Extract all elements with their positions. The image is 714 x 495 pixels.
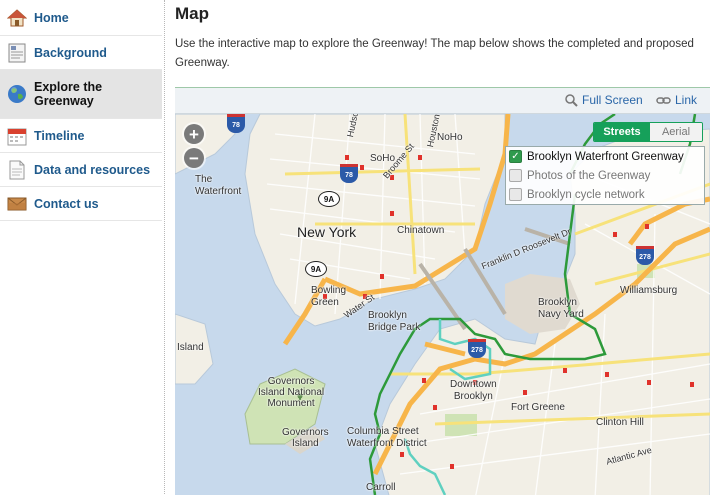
document-icon — [6, 42, 28, 64]
sidebar-item-background[interactable]: Background — [0, 36, 162, 70]
map-label-clinton-hill: Clinton Hill — [596, 417, 644, 428]
envelope-icon — [6, 193, 28, 215]
map-canvas[interactable]: The Waterfront New York SoHo NoHo Chinat… — [175, 114, 710, 495]
checkbox-unchecked-icon[interactable] — [509, 188, 522, 201]
sidebar-item-explore-greenway[interactable]: Explore the Greenway — [0, 70, 162, 119]
map-label-brooklyn-navy-yard: Brooklyn Navy Yard — [538, 297, 584, 320]
sidebar-item-contact[interactable]: Contact us — [0, 187, 162, 221]
streets-view-button[interactable]: Streets — [594, 123, 650, 141]
page-title: Map — [175, 4, 209, 23]
link-button[interactable]: Link — [656, 93, 697, 107]
interstate-278-shield: 278 — [468, 339, 486, 358]
aerial-view-button[interactable]: Aerial — [650, 123, 702, 141]
map-label-carroll: Carroll — [366, 482, 396, 493]
map-widget: Full Screen Link The Waterfront New York… — [175, 87, 710, 495]
layer-brooklyn-waterfront-greenway[interactable]: ✓ Brooklyn Waterfront Greenway — [506, 147, 704, 166]
chain-link-icon — [656, 96, 671, 104]
map-label-island: Island — [177, 342, 204, 353]
map-label-chinatown: Chinatown — [397, 225, 445, 236]
map-label-williamsburg: Williamsburg — [620, 285, 678, 296]
route-9a-shield: 9A — [305, 261, 327, 277]
checkbox-unchecked-icon[interactable] — [509, 169, 522, 182]
map-toolbar: Full Screen Link — [175, 88, 710, 114]
interstate-278-shield: 278 — [636, 246, 654, 265]
sidebar-item-label: Data and resources — [34, 162, 151, 177]
interstate-78-shield: 78 — [227, 114, 245, 133]
zoom-in-button[interactable]: + — [184, 124, 204, 144]
calendar-icon — [6, 125, 28, 147]
map-label-governors-island: Governors Island — [282, 427, 329, 449]
sidebar-item-home[interactable]: Home — [0, 0, 162, 36]
map-label-new-york: New York — [297, 224, 357, 240]
map-label-noho: NoHo — [437, 132, 463, 143]
sidebar-item-label: Explore the Greenway — [34, 80, 103, 108]
route-9a-shield: 9A — [318, 191, 340, 207]
sidebar-divider — [164, 0, 165, 494]
map-label-downtown-brooklyn: Downtown Brooklyn — [450, 379, 497, 402]
intro-text: Use the interactive map to explore the G… — [175, 38, 694, 69]
sidebar-item-label: Contact us — [34, 196, 99, 211]
interstate-78-shield: 78 — [340, 164, 358, 183]
layer-label: Brooklyn cycle network — [527, 188, 645, 201]
sidebar-item-timeline[interactable]: Timeline — [0, 119, 162, 153]
map-label-columbia-street: Columbia Street Waterfront District — [347, 426, 427, 449]
fullscreen-label: Full Screen — [582, 93, 643, 107]
layer-photos-greenway[interactable]: Photos of the Greenway — [506, 166, 704, 185]
fullscreen-button[interactable]: Full Screen — [565, 93, 643, 107]
house-icon — [6, 7, 28, 29]
sidebar-item-data-resources[interactable]: Data and resources — [0, 153, 162, 187]
map-label-bowling-green: Bowling Green — [311, 285, 347, 308]
map-view-toggle: Streets Aerial — [593, 122, 703, 142]
map-label-brooklyn-bridge-park: Brooklyn Bridge Park — [368, 310, 421, 333]
magnifier-icon — [565, 93, 578, 107]
layer-brooklyn-cycle-network[interactable]: Brooklyn cycle network — [506, 185, 704, 204]
map-label-governors-island-nm: Governors Island National Monument — [258, 376, 325, 409]
sidebar-item-label: Background — [34, 45, 107, 60]
layer-label: Brooklyn Waterfront Greenway — [527, 150, 684, 163]
layer-label: Photos of the Greenway — [527, 169, 651, 182]
page-icon — [6, 159, 28, 181]
sidebar-item-label: Home — [34, 10, 69, 25]
layer-panel: ✓ Brooklyn Waterfront Greenway Photos of… — [505, 146, 705, 205]
sidebar: Home Background Explore the Greenway Tim… — [0, 0, 162, 494]
map-label-fort-greene: Fort Greene — [511, 402, 565, 413]
sidebar-item-label: Timeline — [34, 128, 85, 143]
map-label-the-waterfront: The Waterfront — [195, 174, 242, 197]
link-label: Link — [675, 93, 698, 107]
checkbox-checked-icon[interactable]: ✓ — [509, 150, 522, 163]
globe-icon — [6, 83, 28, 105]
zoom-out-button[interactable]: − — [184, 148, 204, 168]
